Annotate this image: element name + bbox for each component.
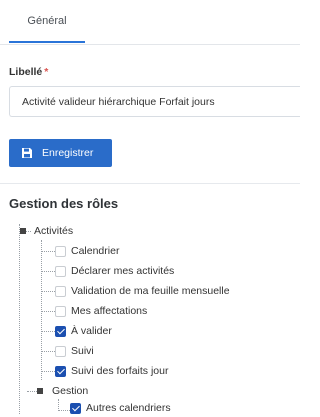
tree-item-label: Suivi des forfaits jour [71, 365, 169, 377]
checkbox[interactable] [55, 345, 66, 357]
checkbox[interactable] [55, 305, 66, 317]
checkbox[interactable] [55, 265, 66, 277]
tree-root-label: Activités [34, 225, 74, 237]
tree-item-suivi[interactable]: Suivi [55, 343, 94, 359]
checkbox-checked[interactable] [55, 325, 66, 337]
checkbox[interactable] [55, 285, 66, 297]
tree-item-label: Calendrier [71, 245, 120, 257]
tree-item-label: Suivi [71, 345, 94, 357]
tree-connector [41, 251, 55, 252]
tree-item-label: Autres calendriers [86, 402, 171, 414]
tree-item-label: Validation de ma feuille mensuelle [71, 285, 230, 297]
tree-root-activites[interactable]: Activités [20, 223, 73, 239]
tree-group-gestion[interactable]: Gestion [37, 383, 88, 399]
tree-connector [41, 291, 55, 292]
tree-group-label: Gestion [52, 385, 89, 397]
tree-item-label: Déclarer mes activités [71, 265, 175, 277]
checkbox[interactable] [55, 245, 66, 257]
tree-connector [41, 351, 55, 352]
tree-item-a-valider[interactable]: À valider [55, 323, 112, 339]
tree-connector [41, 311, 55, 312]
tree-item-calendrier[interactable]: Calendrier [55, 243, 119, 259]
tree-item-validation[interactable]: Validation de ma feuille mensuelle [55, 283, 230, 299]
checkbox-checked[interactable] [70, 402, 81, 414]
tree-item-suivi-forfaits[interactable]: Suivi des forfaits jour [55, 363, 168, 379]
roles-tree: Activités Calendrier Déclarer mes activi… [0, 0, 300, 417]
tree-item-declarer[interactable]: Déclarer mes activités [55, 263, 174, 279]
collapse-icon[interactable] [20, 228, 26, 234]
tree-connector [41, 240, 42, 380]
checkbox-checked[interactable] [55, 365, 66, 377]
tree-item-label: À valider [71, 325, 112, 337]
tree-connector [41, 271, 55, 272]
tree-connector [58, 410, 70, 411]
tree-item-label: Mes affectations [71, 305, 148, 317]
tree-connector [41, 331, 55, 332]
tree-connector [41, 371, 55, 372]
tree-connector [19, 224, 20, 414]
collapse-icon[interactable] [37, 388, 43, 394]
tree-item-affectations[interactable]: Mes affectations [55, 303, 147, 319]
tree-item-autres-calendriers[interactable]: Autres calendriers [70, 400, 171, 416]
